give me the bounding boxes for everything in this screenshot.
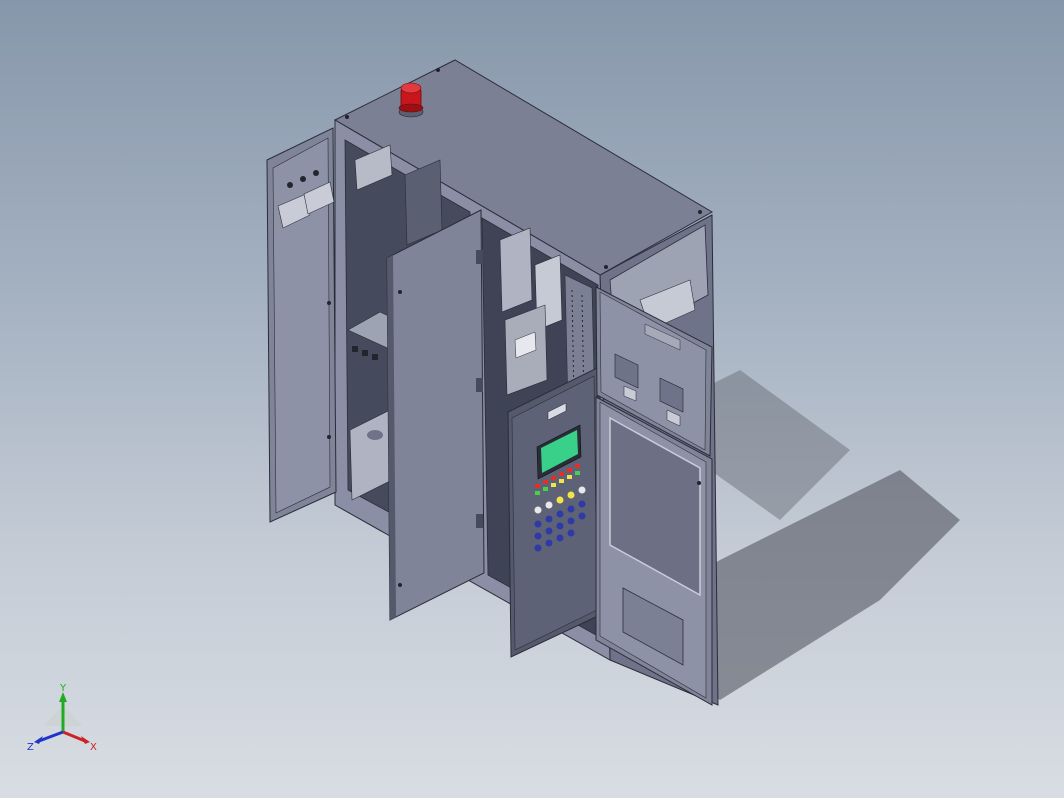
z-axis-label: Z xyxy=(27,742,34,753)
middle-cabinet-door[interactable] xyxy=(386,209,485,621)
y-axis-label: Y xyxy=(59,683,67,694)
left-cabinet-door[interactable] xyxy=(266,127,337,523)
control-panel-door[interactable] xyxy=(507,367,601,658)
3d-viewport[interactable]: Y X Z xyxy=(0,0,1064,798)
x-axis-label: X xyxy=(90,742,97,753)
warning-beacon[interactable] xyxy=(398,82,424,118)
axis-triad: Y X Z xyxy=(27,683,97,753)
cad-scene[interactable]: Y X Z xyxy=(0,0,1064,798)
